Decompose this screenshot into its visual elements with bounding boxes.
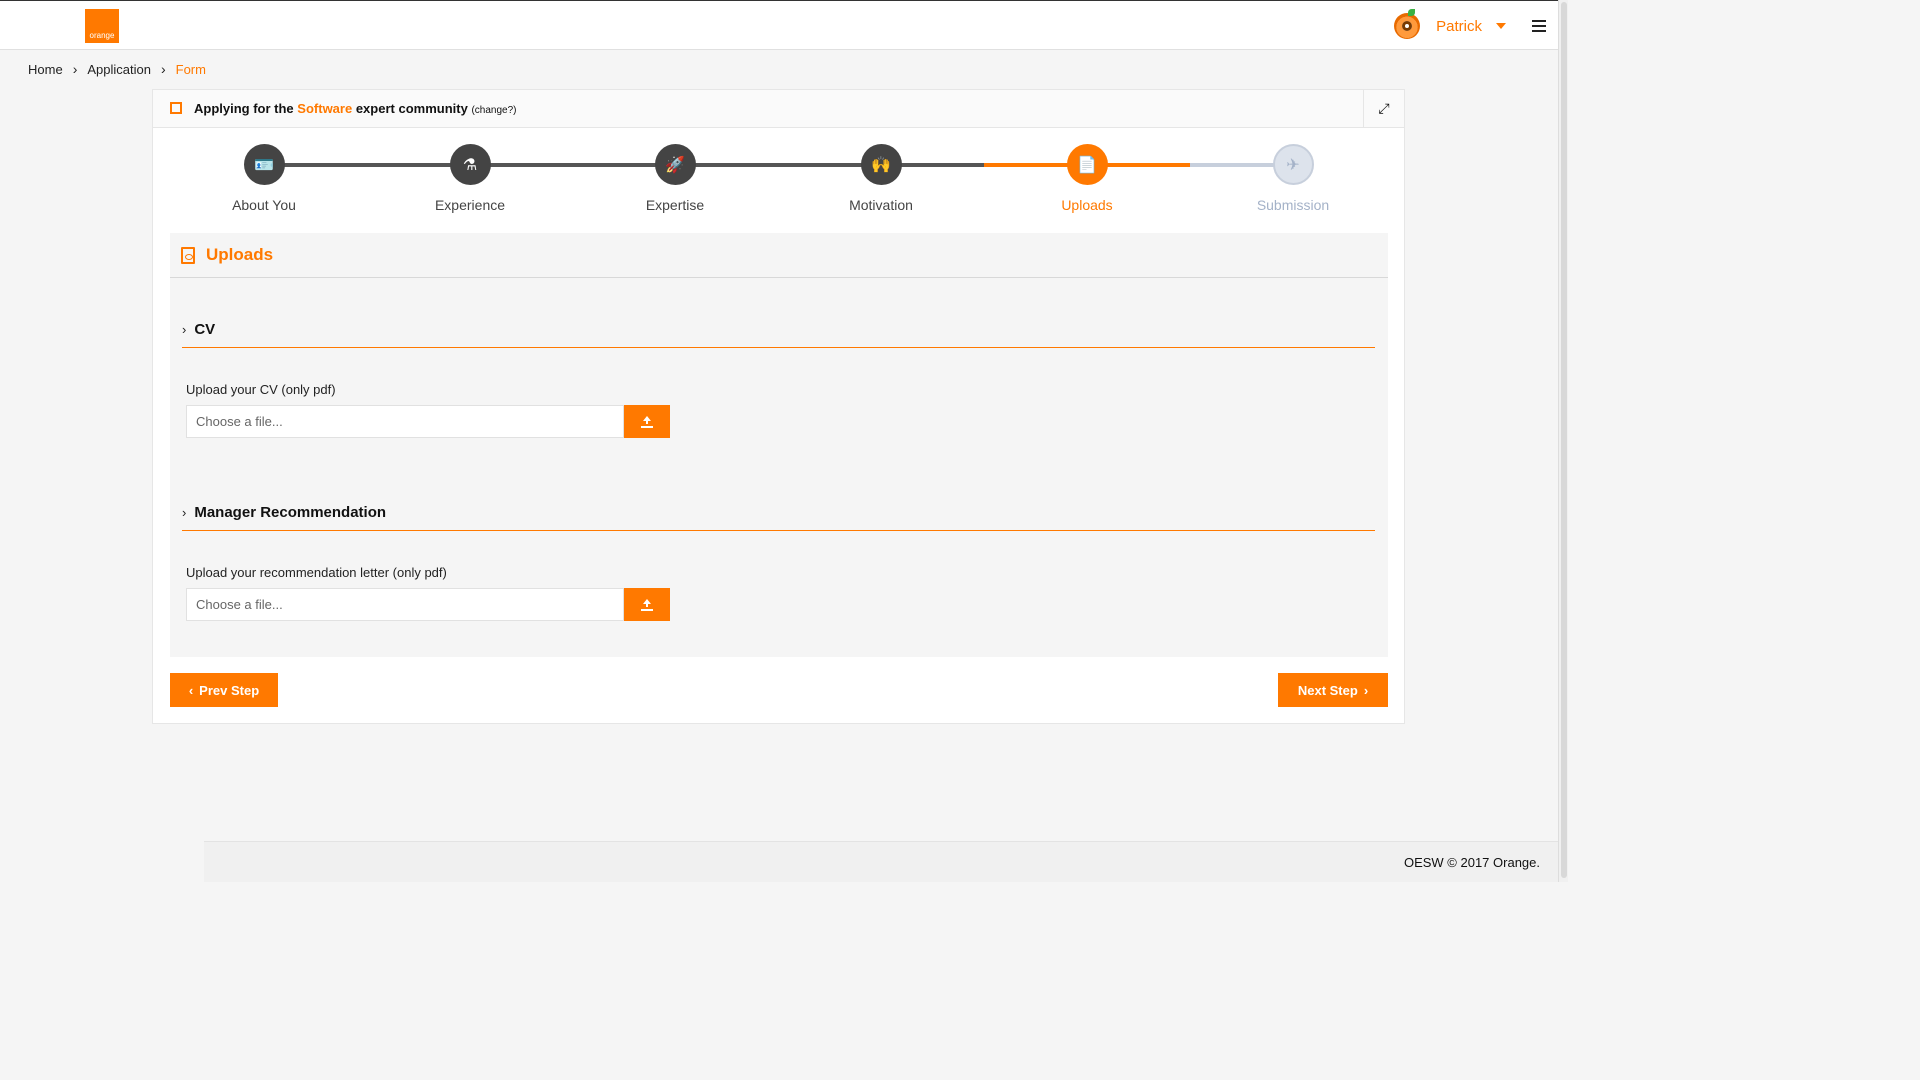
scrollbar-thumb[interactable] bbox=[1561, 2, 1567, 878]
step-label: Uploads bbox=[1061, 197, 1113, 213]
orange-logo[interactable]: orange bbox=[85, 9, 119, 43]
next-step-label: Next Step bbox=[1297, 682, 1358, 698]
user-menu[interactable]: Patrick bbox=[1394, 9, 1546, 43]
upload-icon bbox=[641, 415, 653, 428]
prev-step-button[interactable]: ‹ Prev Step bbox=[170, 673, 278, 707]
manager-recommendation-section: › Manager Recommendation Upload your rec… bbox=[182, 495, 1375, 621]
change-community-link[interactable]: (change?) bbox=[471, 105, 516, 116]
avatar[interactable] bbox=[1394, 9, 1421, 39]
card-header: Applying for the Software expert communi… bbox=[153, 90, 1404, 128]
step-experience[interactable]: ⚗ Experience bbox=[390, 144, 550, 213]
step-about-you[interactable]: 🪪 About You bbox=[184, 144, 344, 213]
section-title: Manager Recommendation bbox=[194, 504, 387, 521]
pdf-file-icon bbox=[181, 246, 195, 264]
top-navbar: orange Patrick bbox=[0, 0, 1558, 50]
chevron-right-icon: › bbox=[182, 505, 187, 520]
heading-suffix: expert community bbox=[355, 101, 468, 116]
pdf-file-icon: 📄 bbox=[1066, 144, 1108, 185]
cv-file-picker bbox=[186, 405, 670, 438]
cv-section: › CV Upload your CV (only pdf) bbox=[182, 312, 1375, 438]
recommendation-section-header[interactable]: › Manager Recommendation bbox=[182, 495, 1375, 531]
community-heading: Applying for the Software expert communi… bbox=[194, 101, 516, 116]
progress-stepper: 🪪 About You ⚗ Experience 🚀 Expertise 🙌 M… bbox=[153, 144, 1406, 224]
breadcrumb-home[interactable]: Home bbox=[28, 62, 63, 77]
cv-section-header[interactable]: › CV bbox=[182, 312, 1375, 348]
community-name: Software bbox=[297, 101, 353, 116]
rocket-icon: 🚀 bbox=[654, 144, 696, 185]
next-step-button[interactable]: Next Step › bbox=[1278, 673, 1388, 707]
expand-button[interactable]: ⤢ bbox=[1363, 90, 1404, 127]
panel-title: Uploads bbox=[206, 245, 274, 264]
paper-plane-icon: ✈ bbox=[1272, 144, 1314, 185]
chevron-right-icon: › bbox=[72, 61, 78, 77]
step-label: Expertise bbox=[645, 197, 705, 213]
copyright-text: OESW © 2017 Orange. bbox=[1403, 854, 1540, 870]
logo-text: orange bbox=[89, 31, 115, 40]
recommendation-file-input[interactable] bbox=[186, 588, 624, 621]
breadcrumb: Home › Application › Form bbox=[28, 61, 206, 77]
id-card-icon: 🪪 bbox=[243, 144, 285, 185]
prev-step-label: Prev Step bbox=[199, 682, 260, 698]
panel-header: Uploads bbox=[170, 233, 1388, 278]
step-submission[interactable]: ✈ Submission bbox=[1213, 144, 1373, 213]
step-label: Submission bbox=[1256, 197, 1330, 213]
step-motivation[interactable]: 🙌 Motivation bbox=[801, 144, 961, 213]
step-uploads[interactable]: 📄 Uploads bbox=[1007, 144, 1167, 213]
chevron-right-icon: › bbox=[182, 322, 187, 337]
application-form-card: Applying for the Software expert communi… bbox=[152, 89, 1405, 724]
cv-upload-button[interactable] bbox=[624, 405, 670, 438]
chevron-right-icon: › bbox=[160, 61, 166, 77]
breadcrumb-current: Form bbox=[175, 61, 206, 77]
person-raising-hands-icon: 🙌 bbox=[860, 144, 902, 185]
expand-icon: ⤢ bbox=[1378, 100, 1390, 116]
uploads-panel: Uploads › CV Upload your CV (only pdf) ›… bbox=[170, 233, 1388, 657]
recommendation-upload-label: Upload your recommendation letter (only … bbox=[186, 565, 447, 580]
step-label: Experience bbox=[434, 197, 506, 213]
cv-upload-label: Upload your CV (only pdf) bbox=[186, 382, 336, 397]
step-expertise[interactable]: 🚀 Expertise bbox=[595, 144, 755, 213]
chevron-right-icon: › bbox=[1363, 682, 1369, 698]
user-name[interactable]: Patrick bbox=[1436, 18, 1482, 35]
step-label: Motivation bbox=[849, 197, 913, 213]
heading-prefix: Applying for the bbox=[194, 101, 294, 116]
vertical-scrollbar[interactable] bbox=[1558, 0, 1568, 882]
step-label: About You bbox=[232, 197, 296, 213]
footer: OESW © 2017 Orange. bbox=[204, 841, 1558, 882]
caret-down-icon[interactable] bbox=[1496, 23, 1506, 29]
flask-icon: ⚗ bbox=[449, 144, 491, 185]
hamburger-menu-icon[interactable] bbox=[1532, 20, 1546, 32]
upload-icon bbox=[641, 598, 653, 611]
recommendation-upload-button[interactable] bbox=[624, 588, 670, 621]
cv-file-input[interactable] bbox=[186, 405, 624, 438]
section-title: CV bbox=[194, 321, 216, 338]
breadcrumb-application[interactable]: Application bbox=[87, 62, 151, 77]
recommendation-file-picker bbox=[186, 588, 670, 621]
chevron-left-icon: ‹ bbox=[188, 682, 194, 698]
checkbox-icon bbox=[170, 101, 182, 114]
